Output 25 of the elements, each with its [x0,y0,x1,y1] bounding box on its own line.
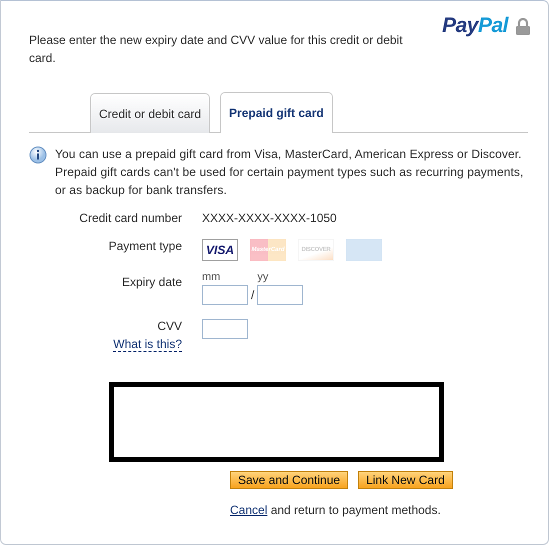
input-field[interactable] [202,285,248,305]
field-label: Expiry date [120,275,182,289]
card-option[interactable] [346,239,382,261]
cancel-link[interactable]: Cancel [230,503,268,517]
field-label: CVV [157,319,182,333]
card-option[interactable]: VISA [202,239,238,261]
logo: PayPal [442,14,508,38]
action-button[interactable]: Save and Continue [230,471,348,489]
footer-text: and return to payment methods. [270,503,441,517]
input-field[interactable] [257,285,304,305]
field-label: Credit card number [78,211,182,225]
action-button[interactable]: Link New Card [358,471,453,489]
instruction-text: Please enter the new expiry date and CVV value for this credit or debit card. [29,32,404,67]
lock-icon [516,18,530,34]
help-link[interactable]: What is this? [113,337,182,352]
info-text: You can use a prepaid gift card from Visa, MasterCard, American Express or Discover. Prepaid gift cards can't be used for certain payment types such as recurring payments, or as backup for bank transfers. [55,146,524,199]
info-icon [29,146,47,164]
field-label: yy [257,271,270,283]
card-number: XXXX-XXXX-XXXX-1050 [202,211,338,225]
separator: / [251,288,254,304]
input-field[interactable] [202,319,248,339]
field-label: Payment type [108,239,182,253]
tab[interactable]: Prepaid gift card [220,92,333,133]
tab[interactable]: Credit or debit card [90,93,210,133]
field-label: mm [202,271,222,283]
